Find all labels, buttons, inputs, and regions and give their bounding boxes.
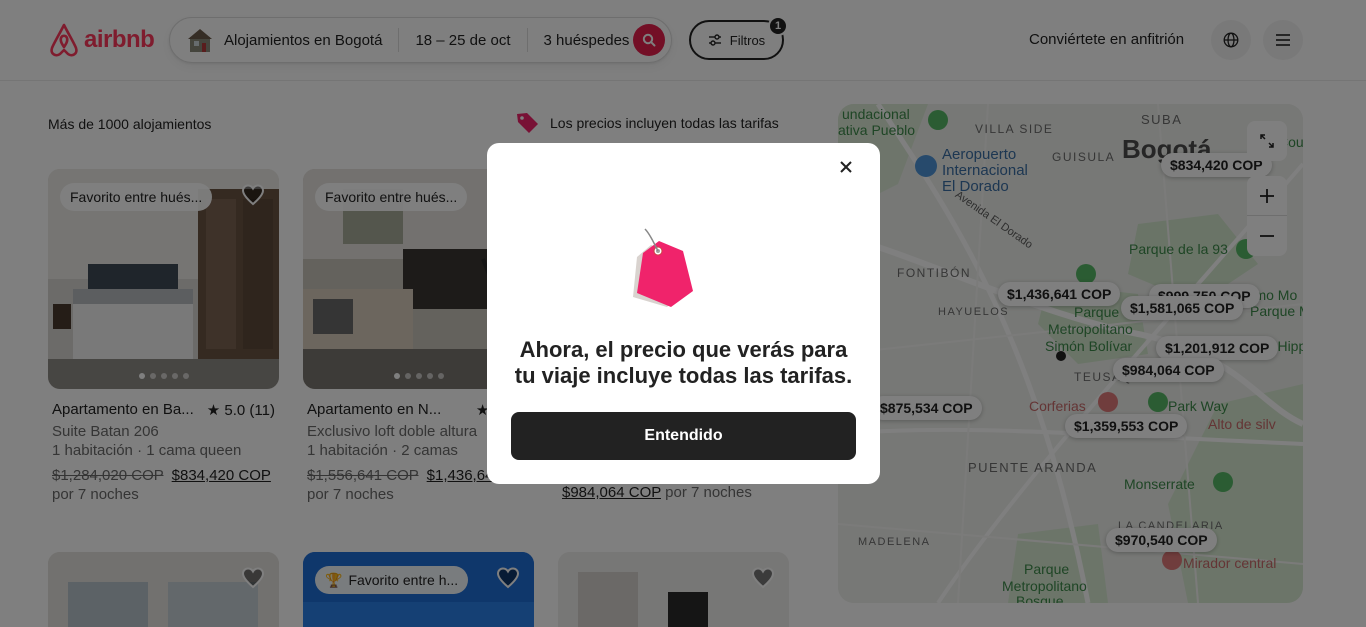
close-icon [840,161,852,173]
close-button[interactable] [834,155,858,179]
price-tag-illustration-icon [633,228,693,307]
understood-button[interactable]: Entendido [511,412,856,460]
modal-title: Ahora, el precio que verás para tu viaje… [514,337,853,388]
pricing-modal: Ahora, el precio que verás para tu viaje… [487,143,880,484]
